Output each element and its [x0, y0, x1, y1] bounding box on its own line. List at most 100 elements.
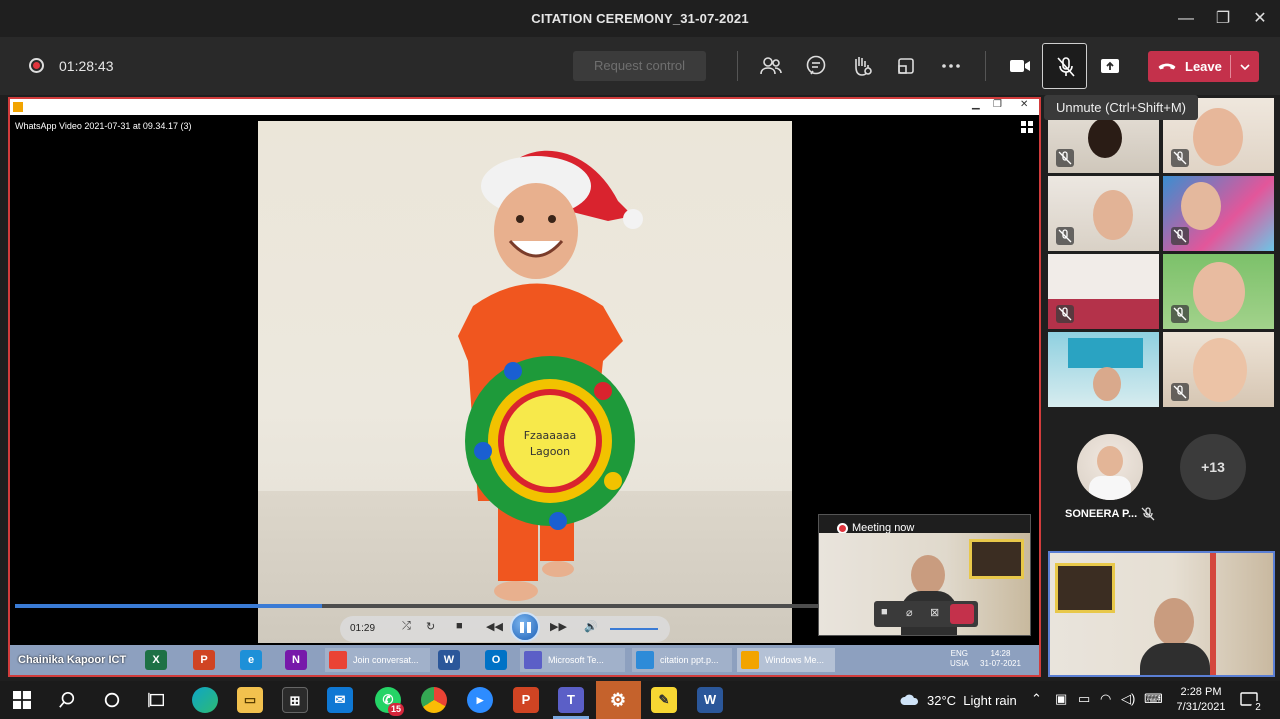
- chevron-up-icon[interactable]: ⌃: [1031, 691, 1042, 707]
- muted-mic-icon: [1171, 383, 1189, 401]
- sticky-notes-icon[interactable]: ✎: [651, 687, 677, 713]
- welcome-board: [1068, 338, 1143, 368]
- word-icon[interactable]: W: [438, 650, 460, 670]
- keyboard-icon[interactable]: ⌨: [1144, 691, 1163, 707]
- clock-date: 7/31/2021: [1176, 701, 1226, 713]
- task-view-icon[interactable]: [148, 691, 166, 709]
- wifi-icon[interactable]: ◠: [1100, 691, 1111, 707]
- mic-off-icon[interactable]: ⌀: [906, 606, 913, 619]
- chevron-down-icon[interactable]: [1238, 60, 1252, 74]
- rewind-icon[interactable]: ◀◀: [486, 620, 503, 633]
- powerpoint-icon[interactable]: P: [193, 650, 215, 670]
- fast-forward-icon[interactable]: ▶▶: [550, 620, 567, 633]
- file-explorer-icon[interactable]: ▭: [237, 687, 263, 713]
- teams-icon[interactable]: T: [558, 687, 584, 713]
- shared-window-chrome[interactable]: Join conversat...: [325, 648, 430, 672]
- raise-hand-icon[interactable]: [848, 53, 874, 79]
- muted-mic-icon: [1171, 305, 1189, 323]
- maximize-button[interactable]: ❐: [1211, 8, 1235, 30]
- leave-button[interactable]: Leave: [1148, 51, 1259, 82]
- shared-window-citation[interactable]: citation ppt.p...: [632, 648, 732, 672]
- shuffle-icon[interactable]: ⤮: [402, 620, 411, 633]
- muted-mic-icon: [1056, 149, 1074, 167]
- room-icon[interactable]: [893, 53, 919, 79]
- powerpoint-icon[interactable]: P: [513, 687, 539, 713]
- shared-clock-time: 14:28: [990, 649, 1011, 658]
- battery-icon[interactable]: ▭: [1078, 691, 1090, 707]
- pause-button[interactable]: [510, 612, 540, 642]
- participant-face: [1093, 190, 1133, 240]
- toolbar-divider: [737, 51, 738, 81]
- participant-tile[interactable]: [1163, 254, 1274, 329]
- cortana-icon[interactable]: [103, 691, 121, 709]
- hang-up-button[interactable]: [950, 604, 974, 624]
- settings-app-tile[interactable]: ⚙: [596, 681, 641, 719]
- shared-window-media-player[interactable]: Windows Me...: [737, 648, 835, 672]
- more-participants-button[interactable]: +13: [1180, 434, 1246, 500]
- repeat-icon[interactable]: ↻: [426, 620, 435, 633]
- camera-icon[interactable]: ■: [881, 606, 888, 618]
- participant-tile[interactable]: [1048, 332, 1159, 407]
- self-body: [1140, 643, 1210, 675]
- toolbar-divider: [985, 51, 986, 81]
- teams-icon: [524, 651, 542, 669]
- windows-start-icon[interactable]: [13, 691, 31, 709]
- participant-tile[interactable]: [1163, 332, 1274, 407]
- share-tray-icon[interactable]: ⊠: [930, 606, 939, 619]
- mic-button[interactable]: [1042, 43, 1087, 89]
- mail-icon[interactable]: ✉: [327, 687, 353, 713]
- media-player-icon: [13, 102, 23, 112]
- child-figure: Fzaaaaaa Lagoon: [458, 150, 643, 601]
- camera-icon[interactable]: [1007, 53, 1033, 79]
- shared-window-teams[interactable]: Microsoft Te...: [520, 648, 625, 672]
- zoom-icon[interactable]: ▸: [467, 687, 493, 713]
- seek-bar[interactable]: [15, 604, 845, 608]
- chat-icon[interactable]: [803, 53, 829, 79]
- participant-tile[interactable]: [1163, 176, 1274, 251]
- request-control-button[interactable]: Request control: [573, 51, 706, 81]
- meeting-now-popup[interactable]: Meeting now ■ ⌀ ⊠: [818, 514, 1031, 636]
- excel-icon[interactable]: X: [145, 650, 167, 670]
- participant-face: [1193, 262, 1245, 322]
- chrome-icon: [329, 651, 347, 669]
- store-icon[interactable]: ⊞: [282, 687, 308, 713]
- minimize-button[interactable]: —: [1174, 8, 1198, 30]
- participant-tile[interactable]: [1048, 254, 1159, 329]
- more-icon[interactable]: [938, 53, 964, 79]
- volume-icon[interactable]: ◁): [1121, 691, 1135, 707]
- close-button[interactable]: ✕: [1248, 8, 1272, 30]
- weather-widget[interactable]: 32°C Light rain: [927, 693, 1017, 708]
- player-close-icon[interactable]: ✕: [1020, 99, 1028, 110]
- clock-time: 2:28 PM: [1180, 686, 1222, 698]
- chrome-icon[interactable]: [421, 687, 447, 713]
- avatar[interactable]: [1077, 434, 1143, 500]
- hang-up-icon: [1158, 63, 1176, 70]
- muted-mic-icon: [1056, 305, 1074, 323]
- word-icon[interactable]: W: [697, 687, 723, 713]
- stop-icon[interactable]: ■: [456, 620, 463, 632]
- player-maximize-icon[interactable]: ❐: [993, 99, 1002, 110]
- volume-icon[interactable]: 🔊: [584, 620, 598, 633]
- shared-taskbar: Chainika Kapoor ICT X P e N Join convers…: [10, 645, 1039, 675]
- meet-now-icon[interactable]: ▣: [1055, 691, 1067, 707]
- search-icon[interactable]: [58, 691, 76, 709]
- muted-mic-icon: [1171, 227, 1189, 245]
- switch-view-icon[interactable]: [1021, 121, 1033, 133]
- mic-off-icon: [1057, 57, 1075, 77]
- onenote-icon[interactable]: N: [285, 650, 307, 670]
- leave-label: Leave: [1185, 59, 1222, 74]
- outlook-icon[interactable]: O: [485, 650, 507, 670]
- windows-taskbar: ▭ ⊞ ✉ ✆ 15 ▸ P T ⚙ ✎ W 32°C Light rain ⌃…: [0, 681, 1280, 719]
- volume-slider[interactable]: [610, 628, 658, 630]
- system-clock[interactable]: 2:28 PM 7/31/2021: [1173, 685, 1229, 715]
- edge-icon[interactable]: [192, 687, 218, 713]
- wall-board: [969, 539, 1024, 579]
- participants-icon[interactable]: [758, 53, 784, 79]
- player-current-time: 01:29: [350, 623, 376, 634]
- language-indicator[interactable]: ENG USIA: [950, 649, 969, 669]
- share-icon[interactable]: [1097, 53, 1123, 79]
- ie-icon[interactable]: e: [240, 650, 262, 670]
- seek-progress: [15, 604, 323, 608]
- participant-tile[interactable]: [1048, 176, 1159, 251]
- player-minimize-icon[interactable]: ▁: [972, 99, 980, 110]
